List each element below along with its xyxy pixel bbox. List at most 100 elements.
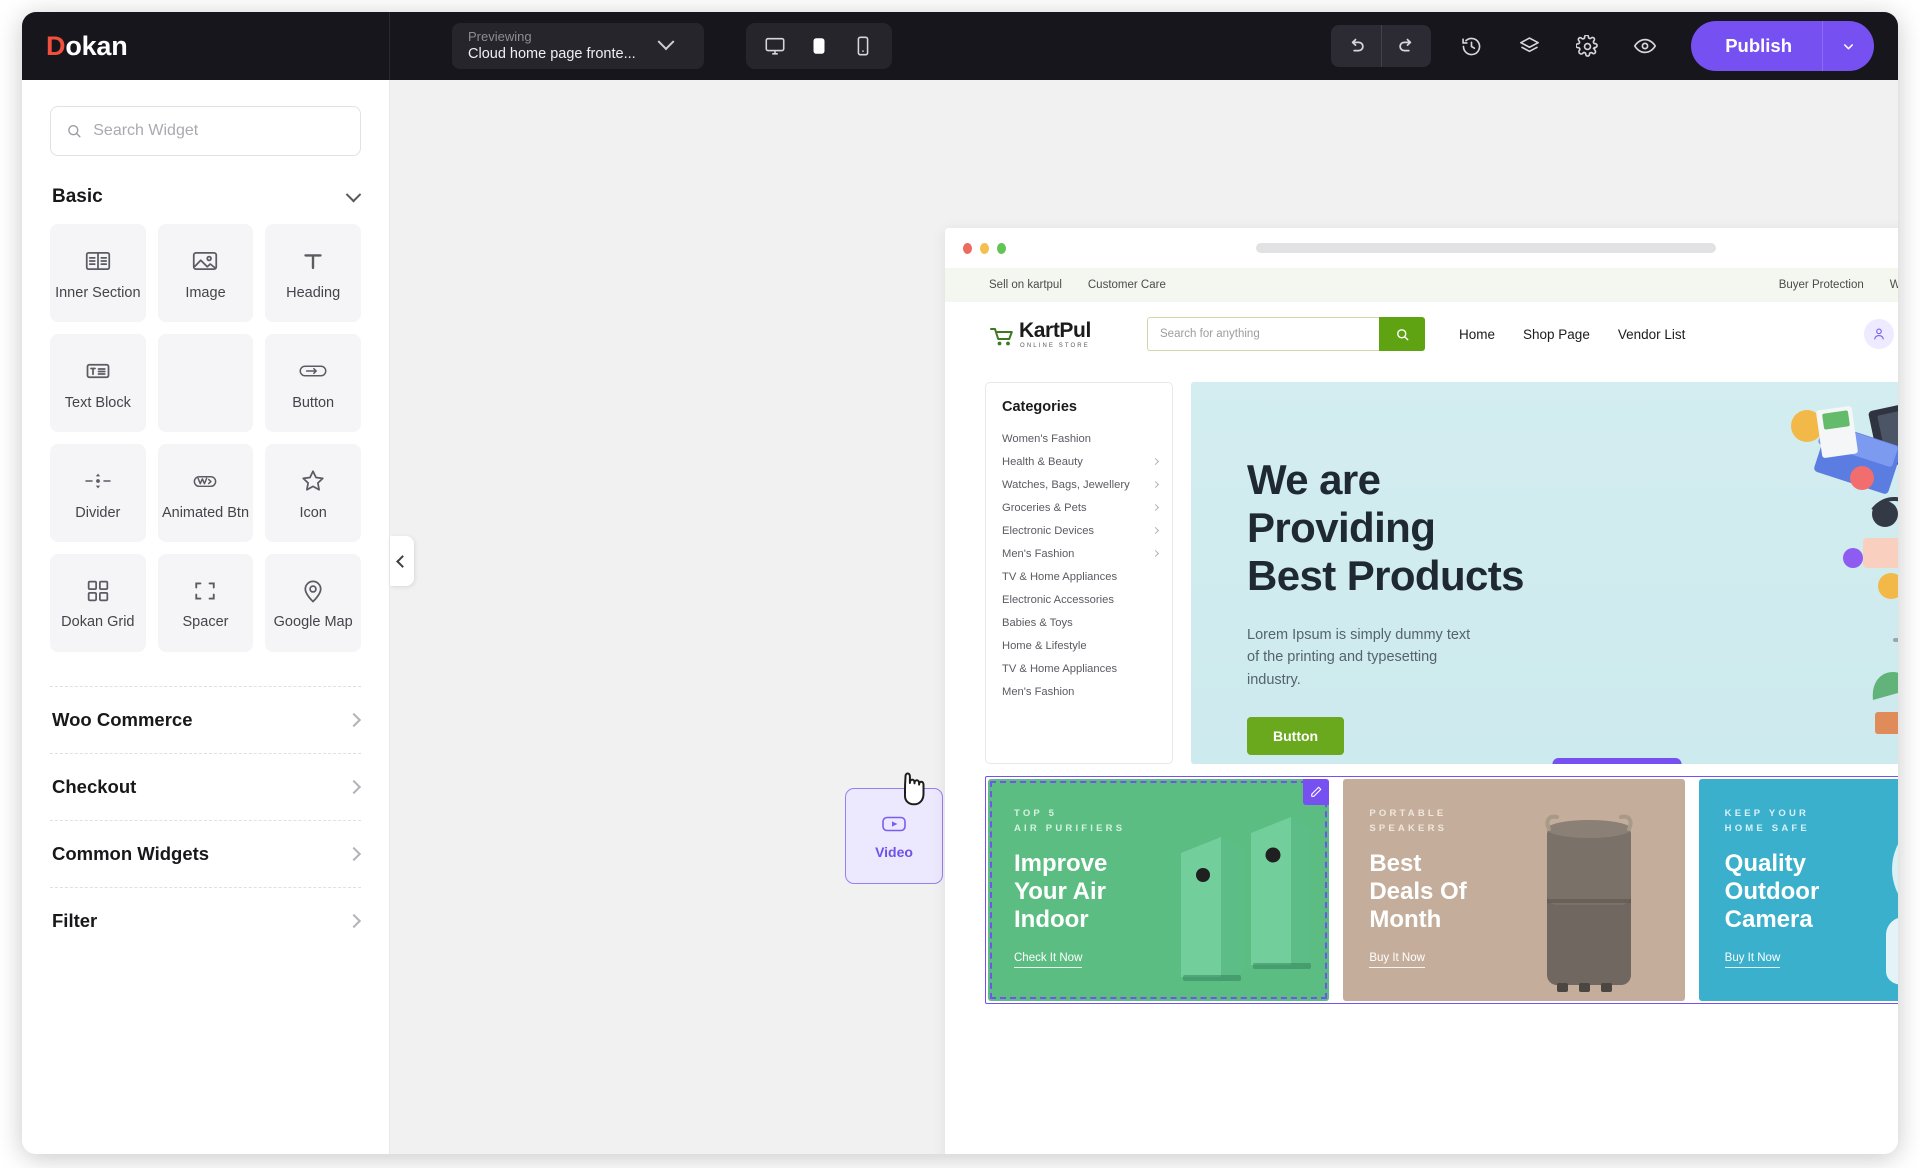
widget-inner-section[interactable]: Inner Section (50, 224, 146, 322)
promo-link[interactable]: Check It Now (1014, 952, 1083, 968)
site-utility-right: Buyer Protection Wishlist EN Help (1779, 279, 1898, 291)
site-search-button[interactable] (1379, 317, 1425, 351)
category-item[interactable]: Men's Fashion (1002, 542, 1160, 565)
categories-title: Categories (1002, 399, 1077, 415)
tablet-view-button[interactable] (800, 29, 838, 63)
logo-tagline: ONLINE STORE (1020, 342, 1090, 349)
promo-card-outdoor-camera[interactable]: KEEP YOUR HOME SAFE Quality Outdoor Came… (1698, 779, 1898, 1001)
widget-image[interactable]: Image (157, 224, 254, 322)
nav-item-vendor-list[interactable]: Vendor List (1618, 327, 1686, 342)
widget-animated-btn[interactable]: Animated Btn (157, 444, 254, 542)
promo-card-air-purifier[interactable]: TOP 5 AIR PURIFIERS Improve Your Air Ind… (988, 779, 1330, 1001)
publish-group: Publish (1691, 21, 1874, 71)
text-block-icon (86, 363, 110, 378)
widget-google-map[interactable]: Google Map (265, 554, 361, 652)
preview-selector[interactable]: Previewing Cloud home page fronte... (452, 23, 704, 69)
nav-item-shop-page[interactable]: Shop Page (1523, 327, 1590, 342)
category-item-label: Health & Beauty (1002, 455, 1083, 468)
widget-dokan-grid[interactable]: Dokan Grid (50, 554, 146, 652)
sidebar-item-checkout[interactable]: Checkout (50, 753, 362, 820)
nav-item-home[interactable]: Home (1459, 327, 1495, 342)
button-icon (299, 364, 327, 377)
panel-collapse-button[interactable] (390, 536, 414, 586)
basic-section-title: Basic (52, 186, 103, 207)
category-item[interactable]: Women's Fashion (1002, 427, 1158, 450)
link-sell-on-kartpul[interactable]: Sell on kartpul (989, 279, 1062, 291)
category-item[interactable]: Watches, Bags, Jewellery (1002, 473, 1160, 496)
search-icon (68, 125, 81, 138)
desktop-view-button[interactable] (756, 29, 794, 63)
speaker-image (1545, 814, 1633, 992)
category-item[interactable]: Men's Fashion (1002, 680, 1158, 703)
category-label: Checkout (52, 776, 137, 797)
category-item[interactable]: TV & Home Appliances (1002, 657, 1158, 680)
map-pin-icon (304, 580, 322, 603)
browser-chrome (945, 228, 1898, 268)
layers-button[interactable] (1511, 28, 1547, 64)
widget-label: Inner Section (55, 284, 141, 301)
category-item[interactable]: Groceries & Pets (1002, 496, 1160, 519)
site-search (1147, 317, 1425, 351)
link-customer-care[interactable]: Customer Care (1088, 279, 1166, 291)
inner-section-icon (85, 251, 110, 270)
dokan-page-builder-app: Dokan Previewing Cloud home page fronte.… (22, 12, 1898, 1154)
mobile-view-button[interactable] (844, 29, 882, 63)
category-item[interactable]: Electronic Accessories (1002, 588, 1158, 611)
grid-icon (87, 580, 109, 601)
spacer-icon (195, 581, 216, 600)
preview-eye-button[interactable] (1627, 28, 1663, 64)
widget-panel: Basic Inner Section Image (22, 80, 390, 1154)
promo-link[interactable]: Buy It Now (1724, 952, 1781, 968)
edit-element-button[interactable] (1303, 779, 1330, 805)
element-floating-toolbar (1552, 758, 1682, 764)
widget-text-block[interactable]: Text Block (50, 334, 146, 432)
brand-initial: D (46, 30, 66, 61)
sidebar-item-filter[interactable]: Filter (50, 887, 362, 954)
brand-logo[interactable]: Dokan (22, 12, 390, 80)
redo-button[interactable] (1381, 25, 1431, 67)
site-nav: Home Shop Page Vendor List (1459, 327, 1685, 342)
promo-card-portable-speakers[interactable]: PORTABLE SPEAKERS Best Deals Of Month Bu… (1343, 779, 1685, 1001)
browser-url-bar[interactable] (1256, 243, 1716, 253)
widget-spacer[interactable]: Spacer (157, 554, 254, 652)
widget-divider[interactable]: Divider (50, 444, 146, 542)
widget-button[interactable]: Button (265, 334, 361, 432)
chevron-down-icon (657, 33, 675, 51)
revision-history-button[interactable] (1453, 28, 1489, 64)
promo-link[interactable]: Buy It Now (1369, 952, 1425, 968)
category-item[interactable]: Electronic Devices (1002, 519, 1160, 542)
widget-empty-slot (157, 334, 254, 432)
chevron-right-icon (346, 779, 362, 795)
undo-button[interactable] (1331, 25, 1381, 67)
avatar[interactable] (1864, 319, 1895, 349)
pencil-icon (1311, 786, 1322, 797)
category-item[interactable]: Health & Beauty (1002, 450, 1160, 473)
category-item[interactable]: Babies & Toys (1002, 611, 1158, 634)
category-item-label: Women's Fashion (1002, 432, 1091, 445)
sidebar-item-common-widgets[interactable]: Common Widgets (50, 820, 362, 887)
category-item[interactable]: TV & Home Appliances (1002, 565, 1158, 588)
heading-icon (304, 253, 322, 269)
search-widget-box[interactable] (50, 106, 361, 156)
search-widget-input[interactable] (93, 122, 345, 140)
hero-cta-button[interactable]: Button (1247, 717, 1345, 756)
divider-icon (85, 473, 111, 488)
link-wishlist[interactable]: Wishlist (1890, 279, 1898, 291)
widget-heading[interactable]: Heading (265, 224, 361, 322)
widget-icon[interactable]: Icon (265, 444, 361, 542)
category-item-label: Electronic Accessories (1002, 593, 1114, 606)
link-buyer-protection[interactable]: Buyer Protection (1779, 279, 1864, 291)
image-icon (193, 251, 218, 270)
site-search-input[interactable] (1147, 317, 1379, 351)
sidebar-item-woo-commerce[interactable]: Woo Commerce (50, 686, 362, 753)
site-logo[interactable]: KartPul ONLINE STORE (989, 320, 1139, 349)
basic-section-header[interactable]: Basic (52, 186, 362, 208)
category-item[interactable]: Home & Lifestyle (1002, 634, 1158, 657)
air-purifier-image (1181, 817, 1312, 985)
publish-button[interactable]: Publish (1691, 21, 1822, 71)
window-controls (963, 242, 1006, 254)
preview-label: Previewing (468, 28, 532, 44)
settings-gear-button[interactable] (1569, 28, 1605, 64)
hero-banner[interactable]: We are Providing Best Products Lorem Ips… (1191, 382, 1898, 764)
publish-options-button[interactable] (1822, 21, 1874, 71)
